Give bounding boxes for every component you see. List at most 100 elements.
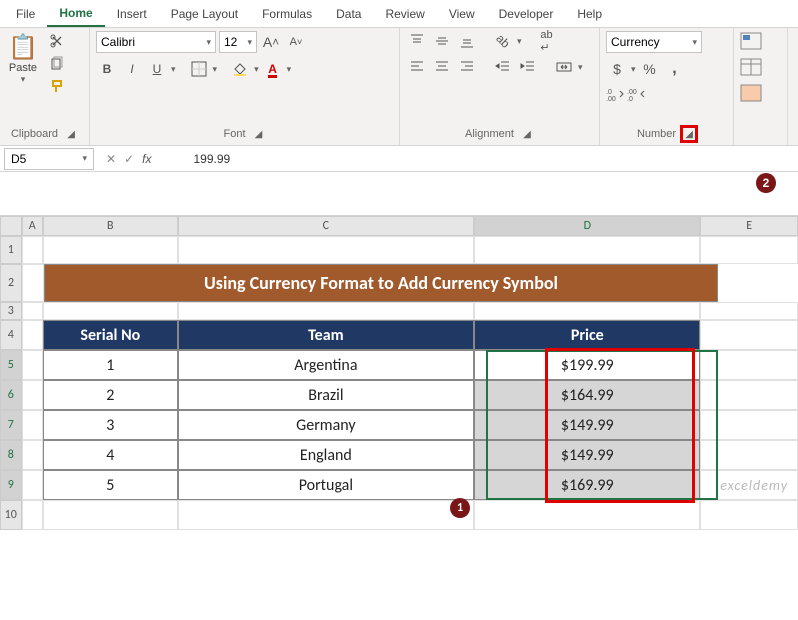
header-team[interactable]: Team bbox=[178, 320, 475, 350]
col-header-c[interactable]: C bbox=[178, 216, 475, 236]
cell[interactable] bbox=[700, 350, 798, 380]
row-header-1[interactable]: 1 bbox=[0, 236, 22, 264]
font-name-select[interactable]: Calibri▾ bbox=[96, 31, 216, 53]
row-header-10[interactable]: 10 bbox=[0, 500, 22, 530]
format-table-button[interactable] bbox=[740, 57, 762, 77]
format-painter-button[interactable] bbox=[46, 77, 68, 97]
cell[interactable] bbox=[43, 302, 178, 320]
currency-button[interactable]: $ bbox=[606, 59, 628, 79]
font-color-button[interactable]: A bbox=[262, 59, 284, 79]
row-header-4[interactable]: 4 bbox=[0, 320, 22, 350]
cell-sn[interactable]: 2 bbox=[43, 380, 178, 410]
decrease-font-button[interactable]: A˅ bbox=[285, 32, 307, 52]
cell[interactable] bbox=[22, 410, 44, 440]
decrease-decimal-button[interactable]: .00.0 bbox=[627, 85, 645, 103]
cell[interactable] bbox=[22, 350, 44, 380]
enter-icon[interactable]: ✓ bbox=[124, 152, 134, 166]
cell-team[interactable]: England bbox=[178, 440, 475, 470]
cell[interactable] bbox=[22, 302, 44, 320]
cell[interactable] bbox=[22, 236, 44, 264]
number-launcher[interactable]: ◢ bbox=[682, 127, 696, 141]
copy-button[interactable] bbox=[46, 54, 68, 74]
cell[interactable] bbox=[700, 302, 798, 320]
align-right-button[interactable] bbox=[456, 57, 478, 77]
align-left-button[interactable] bbox=[406, 57, 428, 77]
row-header-2[interactable]: 2 bbox=[0, 264, 22, 302]
align-center-button[interactable] bbox=[431, 57, 453, 77]
name-box[interactable]: D5 ▾ bbox=[4, 148, 94, 170]
cell-price[interactable]: $199.99 bbox=[474, 350, 700, 380]
formula-value[interactable]: 199.99 bbox=[169, 152, 230, 166]
cell[interactable] bbox=[43, 500, 178, 530]
row-header-9[interactable]: 9 bbox=[0, 470, 22, 500]
cell[interactable] bbox=[700, 500, 798, 530]
align-bottom-button[interactable] bbox=[456, 31, 478, 51]
cell-price[interactable]: $149.99 bbox=[474, 440, 700, 470]
cell-sn[interactable]: 1 bbox=[43, 350, 178, 380]
tab-insert[interactable]: Insert bbox=[105, 2, 159, 26]
tab-home[interactable]: Home bbox=[47, 1, 104, 27]
cell[interactable] bbox=[474, 500, 700, 530]
row-header-5[interactable]: 5 bbox=[0, 350, 22, 380]
decrease-indent-button[interactable] bbox=[492, 57, 514, 77]
cell[interactable] bbox=[700, 320, 798, 350]
header-serial[interactable]: Serial No bbox=[43, 320, 178, 350]
col-header-e[interactable]: E bbox=[700, 216, 798, 236]
cell[interactable] bbox=[700, 410, 798, 440]
cell-price[interactable]: $169.99 bbox=[474, 470, 700, 500]
align-top-button[interactable] bbox=[406, 31, 428, 51]
increase-indent-button[interactable] bbox=[517, 57, 539, 77]
increase-font-button[interactable]: A˄ bbox=[260, 32, 282, 52]
cell[interactable] bbox=[22, 500, 44, 530]
cell[interactable] bbox=[474, 302, 700, 320]
fill-color-button[interactable] bbox=[229, 59, 251, 79]
row-header-3[interactable]: 3 bbox=[0, 302, 22, 320]
number-format-select[interactable]: Currency▾ bbox=[606, 31, 702, 53]
header-price[interactable]: Price bbox=[474, 320, 700, 350]
cell-styles-button[interactable] bbox=[740, 83, 762, 103]
tab-file[interactable]: File bbox=[4, 2, 47, 26]
tab-help[interactable]: Help bbox=[565, 2, 614, 26]
font-size-select[interactable]: 12▾ bbox=[219, 31, 257, 53]
cell-sn[interactable]: 4 bbox=[43, 440, 178, 470]
alignment-launcher[interactable]: ◢ bbox=[520, 127, 534, 141]
tab-data[interactable]: Data bbox=[324, 2, 373, 26]
tab-review[interactable]: Review bbox=[373, 2, 436, 26]
comma-button[interactable]: , bbox=[664, 59, 686, 79]
wrap-text-button[interactable]: ab↵ bbox=[536, 31, 558, 51]
cell-team[interactable]: Brazil bbox=[178, 380, 475, 410]
row-header-6[interactable]: 6 bbox=[0, 380, 22, 410]
cell-team[interactable]: Portugal bbox=[178, 470, 475, 500]
row-header-8[interactable]: 8 bbox=[0, 440, 22, 470]
cell[interactable] bbox=[22, 440, 44, 470]
underline-button[interactable]: U bbox=[146, 59, 168, 79]
cut-button[interactable] bbox=[46, 31, 68, 51]
row-header-7[interactable]: 7 bbox=[0, 410, 22, 440]
clipboard-launcher[interactable]: ◢ bbox=[64, 127, 78, 141]
merge-button[interactable] bbox=[553, 57, 575, 77]
cell-price[interactable]: $164.99 bbox=[474, 380, 700, 410]
cell[interactable] bbox=[700, 440, 798, 470]
align-middle-button[interactable] bbox=[431, 31, 453, 51]
percent-button[interactable]: % bbox=[639, 59, 661, 79]
italic-button[interactable]: I bbox=[121, 59, 143, 79]
cell[interactable] bbox=[22, 320, 44, 350]
select-all-corner[interactable] bbox=[0, 216, 22, 236]
font-launcher[interactable]: ◢ bbox=[252, 127, 266, 141]
cell[interactable] bbox=[178, 236, 475, 264]
cell[interactable] bbox=[178, 302, 475, 320]
cell[interactable] bbox=[474, 236, 700, 264]
paste-button[interactable]: 📋 Paste ▾ bbox=[6, 31, 40, 85]
cell-price[interactable]: $149.99 bbox=[474, 410, 700, 440]
orientation-button[interactable]: ab bbox=[488, 26, 518, 56]
cell[interactable] bbox=[22, 380, 44, 410]
cell[interactable] bbox=[700, 236, 798, 264]
cell-sn[interactable]: 3 bbox=[43, 410, 178, 440]
conditional-format-button[interactable] bbox=[740, 31, 762, 51]
cell-team[interactable]: Germany bbox=[178, 410, 475, 440]
col-header-b[interactable]: B bbox=[43, 216, 178, 236]
cell[interactable] bbox=[178, 500, 475, 530]
cell[interactable] bbox=[700, 380, 798, 410]
col-header-d[interactable]: D bbox=[474, 216, 700, 236]
title-cell[interactable]: Using Currency Format to Add Currency Sy… bbox=[44, 264, 718, 302]
